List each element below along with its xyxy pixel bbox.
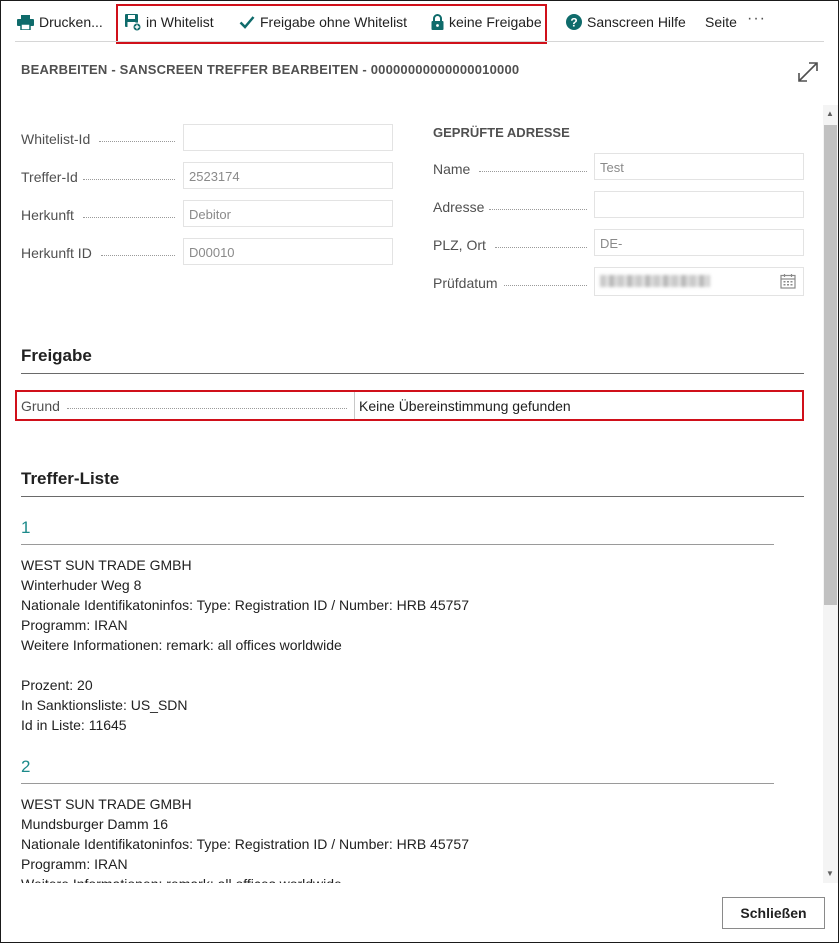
dot-leader [489,209,587,211]
dot-leader [495,247,587,249]
treffer-line: Nationale Identifikatoninfos: Type: Regi… [21,597,469,613]
print-button[interactable]: Drucken... [17,12,103,32]
scroll-up-arrow-icon[interactable]: ▲ [826,109,834,118]
herkunft-input[interactable]: Debitor [183,200,393,227]
treffer-item-2: WEST SUN TRADE GMBH Mundsburger Damm 16 … [21,794,469,883]
scrollbar-thumb[interactable] [824,125,837,605]
herkunft-label: Herkunft [21,207,74,223]
dot-leader [83,179,175,181]
printer-icon [17,14,34,30]
approve-without-whitelist-button[interactable]: Freigabe ohne Whitelist [239,12,407,32]
treffer-line: Weitere Informationen: remark: all offic… [21,874,469,883]
treffer-line: Programm: IRAN [21,617,128,633]
adresse-label: Adresse [433,199,485,215]
svg-text:?: ? [570,16,577,30]
treffer-line: WEST SUN TRADE GMBH [21,796,192,812]
name-label: Name [433,161,471,177]
adresse-input[interactable] [594,191,804,218]
whitelist-label: in Whitelist [146,14,214,30]
grund-separator [354,392,355,419]
no-approval-button[interactable]: keine Freigabe [431,12,542,32]
whitelist-id-label: Whitelist-Id [21,131,91,147]
dot-leader [504,285,587,287]
approve-label: Freigabe ohne Whitelist [260,14,408,30]
treffer-line: Programm: IRAN [21,856,128,872]
section-divider [21,373,804,374]
whitelist-add-icon [125,13,141,31]
whitelist-id-input[interactable] [183,124,393,151]
item-divider [21,544,774,545]
item-divider [21,783,774,784]
whitelist-button[interactable]: in Whitelist [125,12,214,32]
dot-leader [99,141,175,143]
dot-leader [101,255,175,257]
redacted-date [600,275,710,287]
scroll-down-arrow-icon[interactable]: ▼ [826,869,834,878]
treffer-list-title: Treffer-Liste [21,469,120,488]
plz-ort-input[interactable]: DE- [594,229,804,256]
treffer-line: Mundsburger Damm 16 [21,816,169,832]
freigabe-section-title: Freigabe [21,346,92,365]
help-icon: ? [566,14,582,30]
dot-leader [83,217,175,219]
treffer-item-number: 1 [21,518,31,537]
sanscreen-help-button[interactable]: ? Sanscreen Hilfe [566,12,686,32]
help-label: Sanscreen Hilfe [587,14,686,30]
treffer-detail: Id in Liste: 11645 [21,717,127,733]
checked-address-title: GEPRÜFTE ADRESSE [433,125,570,140]
checkmark-icon [239,16,255,29]
plz-ort-label: PLZ, Ort [433,237,486,253]
treffer-list-content: 1 WEST SUN TRADE GMBH Winterhuder Weg 8 … [1,501,821,883]
more-options-button[interactable]: ··· [747,9,766,29]
dialog-window: Drucken... in Whitelist Freigabe ohne Wh… [0,0,839,943]
herkunft-id-input[interactable]: D00010 [183,238,393,265]
grund-label: Grund [21,398,60,414]
page-label: Seite [705,14,737,30]
treffer-line: Weitere Informationen: remark: all offic… [21,637,342,653]
more-label: ··· [747,10,766,27]
treffer-line: Nationale Identifikatoninfos: Type: Regi… [21,836,469,852]
lock-icon [431,14,444,30]
page-menu-button[interactable]: Seite [705,12,737,32]
pruefdatum-label: Prüfdatum [433,275,498,291]
name-input[interactable]: Test [594,153,804,180]
action-toolbar: Drucken... in Whitelist Freigabe ohne Wh… [1,1,838,44]
treffer-item-1: WEST SUN TRADE GMBH Winterhuder Weg 8 Na… [21,555,469,735]
dot-leader [479,171,587,173]
treffer-item-number: 2 [21,757,31,776]
toolbar-divider [15,41,824,42]
calendar-icon[interactable] [780,273,796,289]
close-button[interactable]: Schließen [722,897,825,929]
treffer-detail: Prozent: 20 [21,677,93,693]
treffer-id-input[interactable]: 2523174 [183,162,393,189]
section-divider [21,496,804,497]
dot-leader [67,408,347,410]
herkunft-id-label: Herkunft ID [21,245,92,261]
expand-icon[interactable] [797,61,819,83]
grund-value[interactable]: Keine Übereinstimmung gefunden [359,398,571,414]
treffer-line: WEST SUN TRADE GMBH [21,557,192,573]
treffer-line: Winterhuder Weg 8 [21,577,142,593]
treffer-detail: In Sanktionsliste: US_SDN [21,697,188,713]
page-title: BEARBEITEN - SANSCREEN TREFFER BEARBEITE… [21,62,520,77]
treffer-id-label: Treffer-Id [21,169,78,185]
print-label: Drucken... [39,14,103,30]
no-approval-label: keine Freigabe [449,14,542,30]
